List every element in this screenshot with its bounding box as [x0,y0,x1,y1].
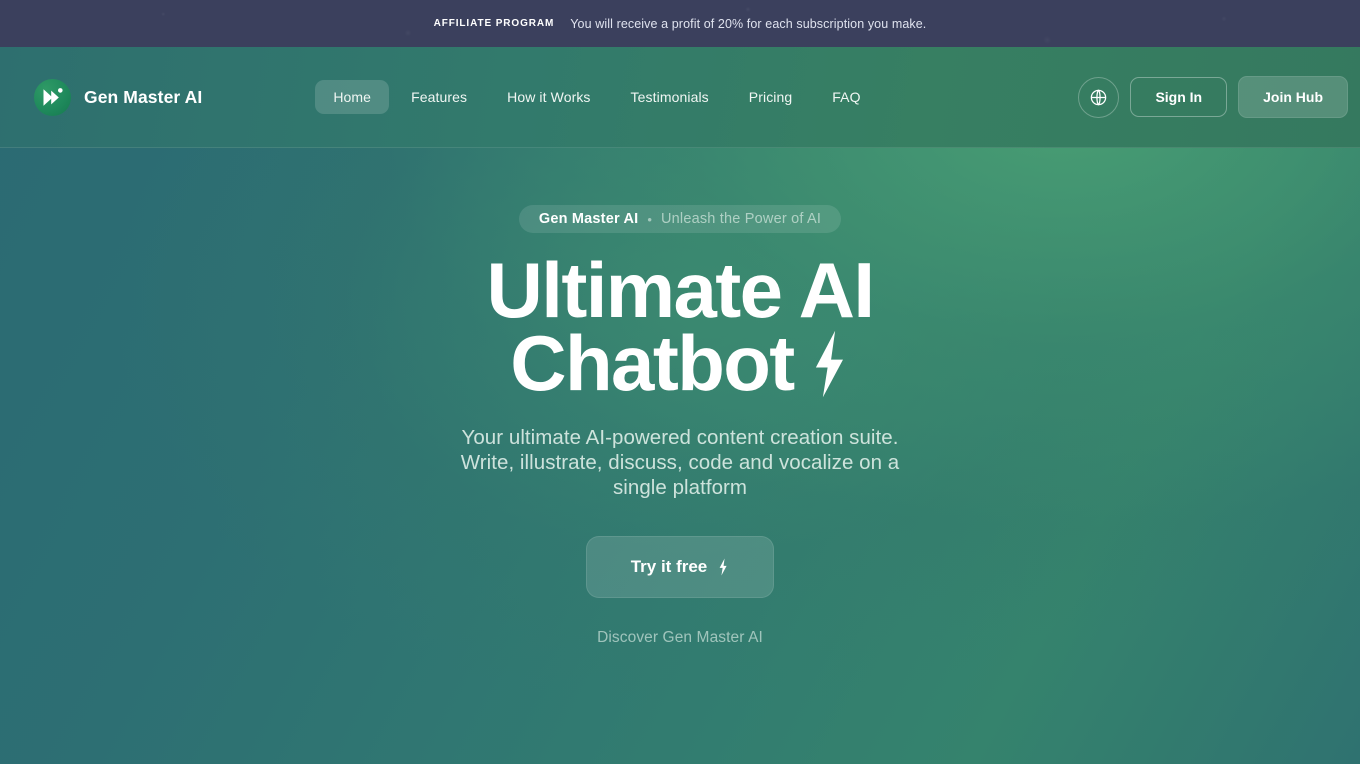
globe-icon [1091,88,1107,106]
hero-badge-tagline: Unleash the Power of AI [660,211,822,227]
hero-title-line-2: Chatbot [510,319,795,408]
affiliate-banner-content: AFFILIATE PROGRAM You will receive a pro… [434,17,927,31]
site-header: Gen Master AI Home Features How it Works… [0,47,1360,148]
nav-item-how-it-works[interactable]: How it Works [489,80,608,114]
try-it-free-label: Try it free [630,556,708,576]
header-actions: Sign In Join Hub [1078,76,1348,118]
hero-tagline-badge[interactable]: Gen Master AI • Unleash the Power of AI [518,205,842,233]
affiliate-banner: AFFILIATE PROGRAM You will receive a pro… [0,0,1360,47]
hero-badge-separator: • [647,211,652,227]
main-nav: Home Features How it Works Testimonials … [315,80,878,114]
nav-item-features[interactable]: Features [393,80,485,114]
hero-subtitle: Your ultimate AI-powered content creatio… [460,425,900,499]
landing-page: AFFILIATE PROGRAM You will receive a pro… [0,0,1360,764]
affiliate-banner-tag: AFFILIATE PROGRAM [433,18,555,29]
hero-title-line-1: Ultimate AI [486,246,876,334]
hero-title-line-2-wrap: Chatbot [487,319,874,408]
join-hub-button[interactable]: Join Hub [1238,76,1348,118]
play-chevron-logo-icon [34,78,71,116]
lightning-bolt-icon [717,558,729,576]
discover-link[interactable]: Discover Gen Master AI [597,629,763,647]
nav-item-pricing[interactable]: Pricing [731,80,811,114]
nav-item-home[interactable]: Home [315,80,390,114]
hero-badge-brand: Gen Master AI [538,211,639,227]
lightning-bolt-icon [808,328,850,400]
sign-in-button[interactable]: Sign In [1130,77,1228,117]
nav-item-faq[interactable]: FAQ [814,80,878,114]
nav-item-testimonials[interactable]: Testimonials [613,80,727,114]
hero-section: Gen Master AI • Unleash the Power of AI … [0,148,1360,764]
language-selector-button[interactable] [1078,76,1120,118]
page-title: Ultimate AI Chatbot [486,246,876,408]
affiliate-banner-message: You will receive a profit of 20% for eac… [570,16,927,31]
try-it-free-button[interactable]: Try it free [585,535,775,598]
brand-logo[interactable]: Gen Master AI [34,78,203,116]
brand-name: Gen Master AI [84,86,203,107]
